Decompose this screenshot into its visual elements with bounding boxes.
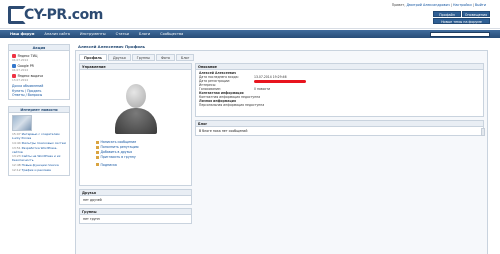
activity-box: Акция Яндекс ТИЦ 04.07.2014 Google PR 04… <box>8 44 70 100</box>
profile-panel: Профиль Друзья Группы Фото Блог Управлен… <box>75 50 488 254</box>
tab-groups[interactable]: Группы <box>131 54 155 61</box>
tab-profile[interactable]: Профиль <box>79 54 107 61</box>
user-links: Привет, Дмитрий Александрович | Настройк… <box>392 3 486 7</box>
nav-item-analysis[interactable]: Анализ сайта <box>44 32 70 37</box>
add-friend-link[interactable]: Добавить в друзья <box>96 150 188 154</box>
star-icon <box>96 145 99 149</box>
tab-photos[interactable]: Фото <box>155 54 176 61</box>
reputation-link[interactable]: Пополнить репутацию <box>96 145 188 149</box>
separator: | <box>472 3 474 7</box>
news-thumbnail[interactable] <box>12 114 32 131</box>
profile-button[interactable]: Профайл <box>433 11 461 17</box>
header-buttons: Профайл Оповещения Новые темы на форуме <box>433 11 490 24</box>
nav-item-articles[interactable]: Статьи <box>116 32 129 37</box>
news-item[interactable]: 13:51 Разработка WordPress-сайтов <box>12 146 66 155</box>
user-name-link[interactable]: Дмитрий Александрович <box>406 3 449 7</box>
info-row: Персональная информация недоступна <box>199 102 265 107</box>
avatar <box>114 84 157 134</box>
tab-blog[interactable]: Блог <box>176 54 195 61</box>
news-item[interactable]: 15:07 Интервью с создателем Lucky Ponies <box>12 132 66 141</box>
nav-item-forum[interactable]: Наш форум <box>10 32 34 37</box>
separator: | <box>450 3 452 7</box>
groups-empty: нет групп <box>83 217 100 222</box>
notices-button[interactable]: Оповещения <box>462 11 490 17</box>
nav-search-input[interactable] <box>430 31 490 37</box>
news-item[interactable]: 13:23 Сайты на WordPress и их безопаснос… <box>12 154 66 163</box>
group-icon <box>96 156 99 160</box>
invite-group-link[interactable]: Пригласить в группу <box>96 155 188 159</box>
scroll-up-button[interactable] <box>481 128 485 136</box>
greeting: Привет, <box>391 3 406 7</box>
new-topics-button[interactable]: Новые темы на форуме <box>433 18 490 24</box>
site-header: CY-PR.com Привет, Дмитрий Александрович … <box>0 0 500 29</box>
send-message-link[interactable]: Написать сообщение <box>96 140 188 144</box>
blog-box: Блог В блоге пока нет сообщений <box>195 120 484 137</box>
news-item[interactable]: 12:12 Трафик и реклама <box>12 168 66 173</box>
logo-text: CY-PR.com <box>24 6 103 23</box>
tab-friends[interactable]: Друзья <box>107 54 131 61</box>
nav-item-blogs[interactable]: Блоги <box>139 32 150 37</box>
manage-box: Управление Написать сообщение Пополнить … <box>79 63 192 186</box>
subscribe-link[interactable]: Подписка <box>96 163 188 167</box>
rss-icon <box>96 163 99 167</box>
profile-tabs: Профиль Друзья Группы Фото Блог <box>79 54 484 61</box>
about-box: Описание Алексей Алексеевич Дата последн… <box>195 63 484 117</box>
logout-link[interactable]: Выйти <box>475 3 486 7</box>
profile-main: Алексей Алексеевич Профиль Профиль Друзь… <box>75 44 488 254</box>
redaction-mark <box>254 79 306 83</box>
groups-box: Группы нет групп <box>79 208 192 225</box>
user-plus-icon <box>96 150 99 154</box>
nav-item-tools[interactable]: Инструменты <box>80 32 106 37</box>
settings-link[interactable]: Настройки <box>453 3 472 7</box>
news-box: Интернет новости 15:07 Интервью с создат… <box>8 105 70 176</box>
pencil-icon <box>96 140 99 144</box>
link-qa[interactable]: Ответы / Вопросы <box>12 93 66 97</box>
friends-box: Друзья нет друзей <box>79 189 192 206</box>
friends-empty: нет друзей <box>83 198 102 202</box>
left-sidebar: Акция Яндекс ТИЦ 04.07.2014 Google PR 04… <box>8 44 70 182</box>
main-nav: Наш форум Анализ сайта Инструменты Стать… <box>0 30 500 38</box>
nav-item-communities[interactable]: Сообщества <box>160 32 183 37</box>
blog-empty: В блоге пока нет сообщений <box>199 129 248 133</box>
site-logo[interactable]: CY-PR.com <box>8 3 103 27</box>
